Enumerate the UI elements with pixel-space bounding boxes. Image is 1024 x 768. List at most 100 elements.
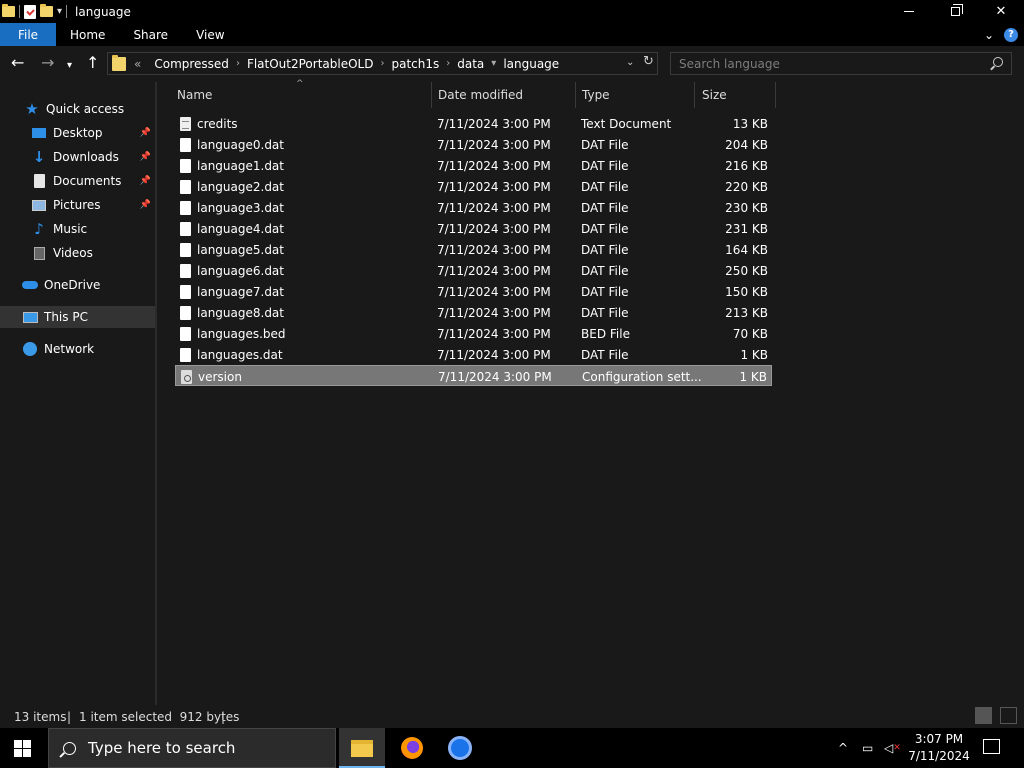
customize-toolbar-icon[interactable]: ▾ — [57, 6, 62, 17]
toolbar-divider — [66, 5, 68, 18]
tab-file[interactable]: File — [0, 23, 56, 46]
music-icon: ♪ — [34, 220, 44, 238]
file-row-selected[interactable]: version 7/11/2024 3:00 PM Configuration … — [175, 365, 772, 386]
tab-share[interactable]: Share — [119, 23, 182, 46]
file-row[interactable]: language4.dat 7/11/2024 3:00 PM DAT File… — [175, 218, 772, 239]
volume-muted-icon[interactable]: ◁ ✕ — [884, 728, 901, 768]
firefox-icon — [401, 737, 423, 759]
column-divider[interactable] — [694, 82, 695, 108]
sidebar-item-network[interactable]: Network — [22, 338, 155, 360]
file-row[interactable]: language2.dat 7/11/2024 3:00 PM DAT File… — [175, 176, 772, 197]
file-row[interactable]: languages.dat 7/11/2024 3:00 PM DAT File… — [175, 344, 772, 365]
column-divider[interactable] — [575, 82, 576, 108]
title-bar: ▾ language ✕ — [0, 0, 1024, 23]
sidebar-item-this-pc[interactable]: This PC — [0, 306, 155, 328]
breadcrumb-separator-icon[interactable]: › — [236, 58, 240, 69]
file-row[interactable]: languages.bed 7/11/2024 3:00 PM BED File… — [175, 323, 772, 344]
breadcrumb-compressed[interactable]: Compressed — [154, 57, 229, 71]
windows-start-icon[interactable] — [14, 740, 31, 757]
sidebar-item-onedrive[interactable]: OneDrive — [22, 274, 155, 296]
restore-button[interactable] — [932, 0, 978, 23]
search-icon[interactable] — [993, 57, 1003, 67]
sidebar-item-documents[interactable]: Documents 📌 — [31, 170, 155, 192]
column-header-date-modified[interactable]: Date modified — [438, 82, 574, 108]
column-header-name[interactable]: Name — [177, 82, 431, 108]
address-history-dropdown-icon[interactable]: ⌄ — [626, 57, 634, 68]
column-divider[interactable] — [431, 82, 432, 108]
file-name: version — [198, 370, 242, 384]
breadcrumb-data[interactable]: data — [457, 57, 484, 71]
column-header-type[interactable]: Type — [582, 82, 693, 108]
ribbon-tabs: File Home Share View ⌄ ? — [0, 23, 1024, 46]
network-status-icon[interactable]: ▭ — [862, 728, 873, 768]
up-arrow-icon[interactable]: ↑ — [86, 55, 99, 71]
pin-icon: 📌 — [139, 176, 151, 186]
file-row[interactable]: language0.dat 7/11/2024 3:00 PM DAT File… — [175, 134, 772, 155]
sidebar-item-pictures[interactable]: Pictures 📌 — [31, 194, 155, 216]
sidebar-item-music[interactable]: ♪ Music — [31, 218, 155, 240]
refresh-icon[interactable]: ↻ — [643, 54, 654, 69]
breadcrumb-separator-icon[interactable]: › — [446, 58, 450, 69]
new-folder-icon[interactable] — [40, 4, 53, 17]
search-input[interactable] — [671, 53, 971, 74]
chrome-taskbar-button[interactable] — [437, 728, 483, 768]
large-icons-view-icon[interactable] — [1000, 707, 1017, 724]
file-icon — [180, 285, 191, 299]
minimize-button[interactable] — [886, 0, 932, 23]
expand-ribbon-icon[interactable]: ⌄ — [984, 28, 994, 42]
minimize-icon — [904, 11, 914, 12]
file-size: 204 KB — [725, 138, 768, 152]
file-row[interactable]: language5.dat 7/11/2024 3:00 PM DAT File… — [175, 239, 772, 260]
file-row[interactable]: language6.dat 7/11/2024 3:00 PM DAT File… — [175, 260, 772, 281]
taskbar-search-box[interactable]: Type here to search — [48, 728, 336, 768]
search-box[interactable] — [670, 52, 1012, 75]
breadcrumb-separator-icon[interactable]: ▾ — [491, 58, 496, 69]
show-hidden-icons-icon[interactable]: ^ — [838, 728, 848, 768]
address-bar[interactable]: « Compressed › FlatOut2PortableOLD › pat… — [107, 52, 658, 75]
file-explorer-taskbar-button[interactable] — [339, 728, 385, 768]
desktop-icon — [31, 126, 47, 140]
action-center-icon[interactable] — [983, 739, 1000, 754]
system-clock[interactable]: 3:07 PM 7/11/2024 — [900, 731, 978, 765]
sidebar-item-downloads[interactable]: ↓ Downloads 📌 — [31, 146, 155, 168]
forward-arrow-icon[interactable]: → — [41, 55, 54, 71]
file-date: 7/11/2024 3:00 PM — [437, 285, 551, 299]
documents-icon — [31, 174, 47, 188]
file-row[interactable]: language7.dat 7/11/2024 3:00 PM DAT File… — [175, 281, 772, 302]
pictures-icon — [31, 198, 47, 212]
file-row[interactable]: language1.dat 7/11/2024 3:00 PM DAT File… — [175, 155, 772, 176]
back-arrow-icon[interactable]: ← — [11, 55, 24, 71]
file-type: DAT File — [581, 264, 629, 278]
recent-locations-icon[interactable]: ▾ — [67, 58, 72, 74]
selection-info: 1 item selected 912 bytes — [79, 710, 240, 724]
tab-home[interactable]: Home — [56, 23, 119, 46]
file-row[interactable]: credits 7/11/2024 3:00 PM Text Document … — [175, 113, 772, 134]
quick-access-toolbar: ▾ — [0, 0, 71, 23]
properties-icon[interactable] — [24, 4, 36, 19]
breadcrumb-flatout2portableold[interactable]: FlatOut2PortableOLD — [247, 57, 374, 71]
column-divider[interactable] — [775, 82, 776, 108]
status-divider: | — [67, 710, 72, 724]
details-view-icon[interactable] — [975, 707, 992, 724]
navigation-pane-divider[interactable] — [155, 82, 157, 705]
breadcrumb-separator-icon[interactable]: › — [380, 58, 384, 69]
breadcrumb-language[interactable]: language — [503, 57, 559, 71]
firefox-taskbar-button[interactable] — [389, 728, 435, 768]
clock-time: 3:07 PM — [914, 732, 964, 746]
help-icon[interactable]: ? — [1004, 27, 1018, 42]
breadcrumb-overflow[interactable]: « — [134, 57, 141, 71]
file-date: 7/11/2024 3:00 PM — [437, 180, 551, 194]
file-name: credits — [197, 117, 238, 131]
file-date: 7/11/2024 3:00 PM — [437, 201, 551, 215]
column-header-size[interactable]: Size — [702, 82, 774, 108]
sidebar-item-videos[interactable]: Videos — [31, 242, 155, 264]
tab-view[interactable]: View — [182, 23, 238, 46]
breadcrumb-patch1s[interactable]: patch1s — [391, 57, 439, 71]
file-row[interactable]: language3.dat 7/11/2024 3:00 PM DAT File… — [175, 197, 772, 218]
close-button[interactable]: ✕ — [978, 0, 1024, 23]
file-type: DAT File — [581, 180, 629, 194]
file-type: DAT File — [581, 138, 629, 152]
sidebar-item-desktop[interactable]: Desktop 📌 — [31, 122, 155, 144]
folder-icon — [2, 4, 15, 17]
file-row[interactable]: language8.dat 7/11/2024 3:00 PM DAT File… — [175, 302, 772, 323]
